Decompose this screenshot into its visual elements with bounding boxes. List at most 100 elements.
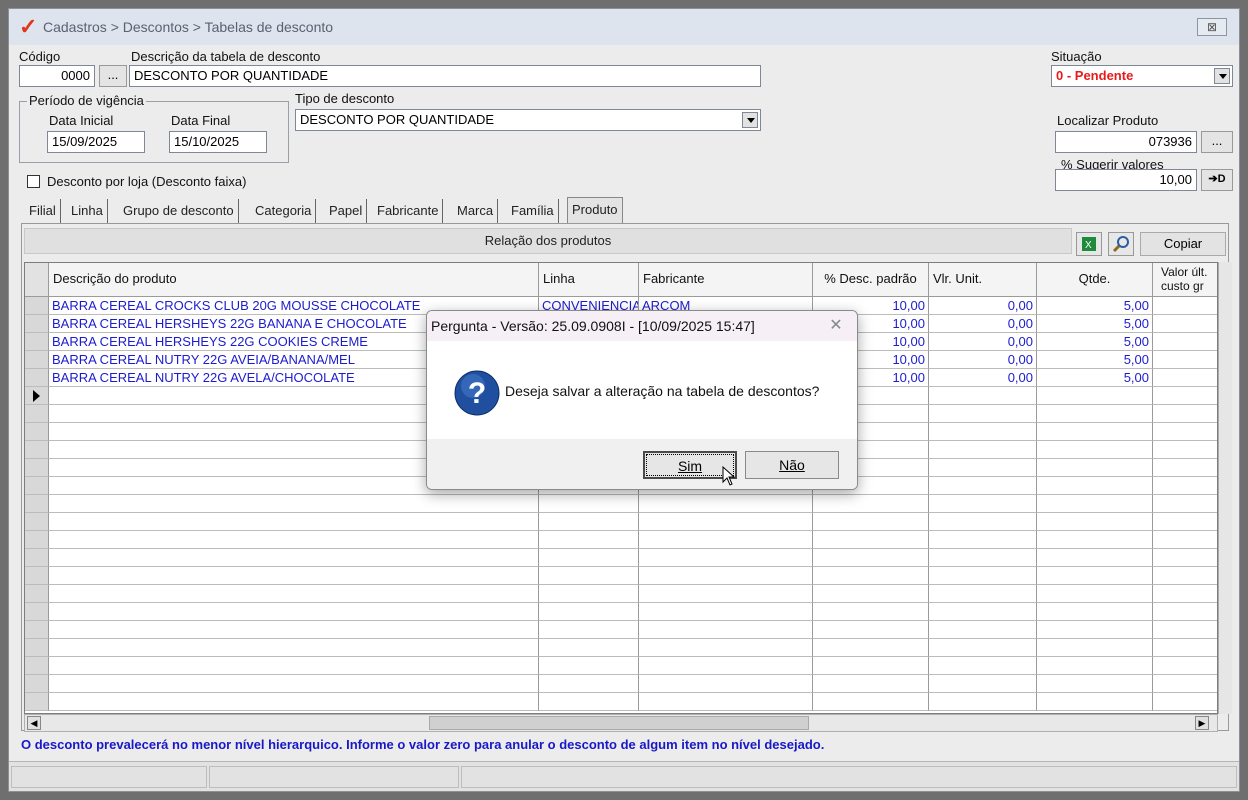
cell-vlr-unit[interactable] (929, 495, 1037, 513)
col-valor-ult-custo[interactable]: Valor últ. custo gr (1153, 263, 1217, 297)
cell-qtde[interactable] (1037, 585, 1153, 603)
cell-qtde[interactable] (1037, 657, 1153, 675)
data-final-field[interactable]: 15/10/2025 (169, 131, 267, 153)
cell-valor-ult-custo[interactable] (1153, 585, 1217, 603)
cell-qtde[interactable] (1037, 549, 1153, 567)
row-indicator[interactable] (25, 315, 49, 333)
sugerir-field[interactable]: 10,00 (1055, 169, 1197, 191)
cell-qtde[interactable] (1037, 495, 1153, 513)
cell-fabricante[interactable] (639, 495, 813, 513)
row-indicator[interactable] (25, 531, 49, 549)
row-indicator[interactable] (25, 477, 49, 495)
cell-qtde[interactable] (1037, 441, 1153, 459)
cell-fabricante[interactable] (639, 585, 813, 603)
tipo-select[interactable]: DESCONTO POR QUANTIDADE (295, 109, 761, 131)
cell-fabricante[interactable] (639, 549, 813, 567)
cell-fabricante[interactable] (639, 567, 813, 585)
row-indicator[interactable] (25, 567, 49, 585)
scroll-left-icon[interactable]: ◀ (27, 716, 41, 730)
tab-fabricante[interactable]: Fabricante (373, 199, 444, 223)
apply-suggest-button[interactable]: ➔D (1201, 169, 1233, 191)
row-indicator[interactable] (25, 351, 49, 369)
cell-vlr-unit[interactable] (929, 603, 1037, 621)
cell-descricao[interactable] (49, 531, 539, 549)
cell-qtde[interactable] (1037, 639, 1153, 657)
cell-vlr-unit[interactable] (929, 441, 1037, 459)
cell-vlr-unit[interactable]: 0,00 (929, 297, 1037, 315)
row-indicator[interactable] (25, 297, 49, 315)
col-linha[interactable]: Linha (539, 263, 639, 297)
cell-qtde[interactable] (1037, 387, 1153, 405)
vertical-scrollbar[interactable] (1218, 262, 1232, 714)
cell-valor-ult-custo[interactable] (1153, 603, 1217, 621)
cell-descricao[interactable] (49, 639, 539, 657)
cell-qtde[interactable] (1037, 603, 1153, 621)
cell-linha[interactable] (539, 513, 639, 531)
cell-descricao[interactable] (49, 549, 539, 567)
col-qtde[interactable]: Qtde. (1037, 263, 1153, 297)
cell-qtde[interactable] (1037, 693, 1153, 711)
cell-vlr-unit[interactable] (929, 423, 1037, 441)
cell-vlr-unit[interactable] (929, 693, 1037, 711)
cell-valor-ult-custo[interactable] (1153, 423, 1217, 441)
cell-valor-ult-custo[interactable] (1153, 369, 1217, 387)
cell-vlr-unit[interactable] (929, 549, 1037, 567)
row-indicator[interactable] (25, 657, 49, 675)
row-indicator[interactable] (25, 585, 49, 603)
cell-valor-ult-custo[interactable] (1153, 441, 1217, 459)
cell-valor-ult-custo[interactable] (1153, 549, 1217, 567)
copiar-button[interactable]: Copiar (1140, 232, 1226, 256)
cell-qtde[interactable] (1037, 531, 1153, 549)
codigo-lookup-button[interactable]: ... (99, 65, 127, 87)
cell-vlr-unit[interactable]: 0,00 (929, 315, 1037, 333)
cell-descricao[interactable] (49, 513, 539, 531)
row-indicator[interactable] (25, 369, 49, 387)
row-indicator[interactable] (25, 495, 49, 513)
cell-linha[interactable] (539, 495, 639, 513)
cell-vlr-unit[interactable] (929, 477, 1037, 495)
cell-valor-ult-custo[interactable] (1153, 567, 1217, 585)
row-indicator[interactable] (25, 675, 49, 693)
row-indicator[interactable] (25, 621, 49, 639)
cell-qtde[interactable] (1037, 405, 1153, 423)
cell-qtde[interactable] (1037, 477, 1153, 495)
codigo-field[interactable]: 0000 (19, 65, 95, 87)
descricao-field[interactable]: DESCONTO POR QUANTIDADE (129, 65, 761, 87)
localizar-lookup-button[interactable]: ... (1201, 131, 1233, 153)
col-descricao[interactable]: Descrição do produto (49, 263, 539, 297)
cell-linha[interactable] (539, 621, 639, 639)
cell-valor-ult-custo[interactable] (1153, 621, 1217, 639)
cell-linha[interactable] (539, 639, 639, 657)
row-indicator[interactable] (25, 423, 49, 441)
tab-grupo-de-desconto[interactable]: Grupo de desconto (119, 199, 239, 223)
col-vlr-unit[interactable]: Vlr. Unit. (929, 263, 1037, 297)
row-indicator[interactable] (25, 639, 49, 657)
cell-valor-ult-custo[interactable] (1153, 693, 1217, 711)
cell-vlr-unit[interactable]: 0,00 (929, 369, 1037, 387)
search-button[interactable] (1108, 232, 1134, 256)
localizar-field[interactable]: 073936 (1055, 131, 1197, 153)
cell-valor-ult-custo[interactable] (1153, 477, 1217, 495)
cell-linha[interactable] (539, 675, 639, 693)
cell-fabricante[interactable] (639, 513, 813, 531)
row-indicator[interactable] (25, 387, 49, 405)
cell-desc-padrao[interactable] (813, 567, 929, 585)
cell-desc-padrao[interactable] (813, 531, 929, 549)
cell-qtde[interactable]: 5,00 (1037, 333, 1153, 351)
situacao-select[interactable]: 0 - Pendente (1051, 65, 1233, 87)
col-desc-padrao[interactable]: % Desc. padrão (813, 263, 929, 297)
cell-fabricante[interactable] (639, 693, 813, 711)
cell-vlr-unit[interactable] (929, 387, 1037, 405)
dialog-close-icon[interactable]: ✕ (827, 317, 845, 335)
tab-linha[interactable]: Linha (67, 199, 108, 223)
row-indicator[interactable] (25, 441, 49, 459)
cell-descricao[interactable] (49, 585, 539, 603)
cell-qtde[interactable] (1037, 675, 1153, 693)
cell-fabricante[interactable] (639, 657, 813, 675)
cell-valor-ult-custo[interactable] (1153, 639, 1217, 657)
row-indicator[interactable] (25, 549, 49, 567)
row-indicator[interactable] (25, 459, 49, 477)
cell-descricao[interactable] (49, 495, 539, 513)
cell-desc-padrao[interactable] (813, 639, 929, 657)
col-fabricante[interactable]: Fabricante (639, 263, 813, 297)
